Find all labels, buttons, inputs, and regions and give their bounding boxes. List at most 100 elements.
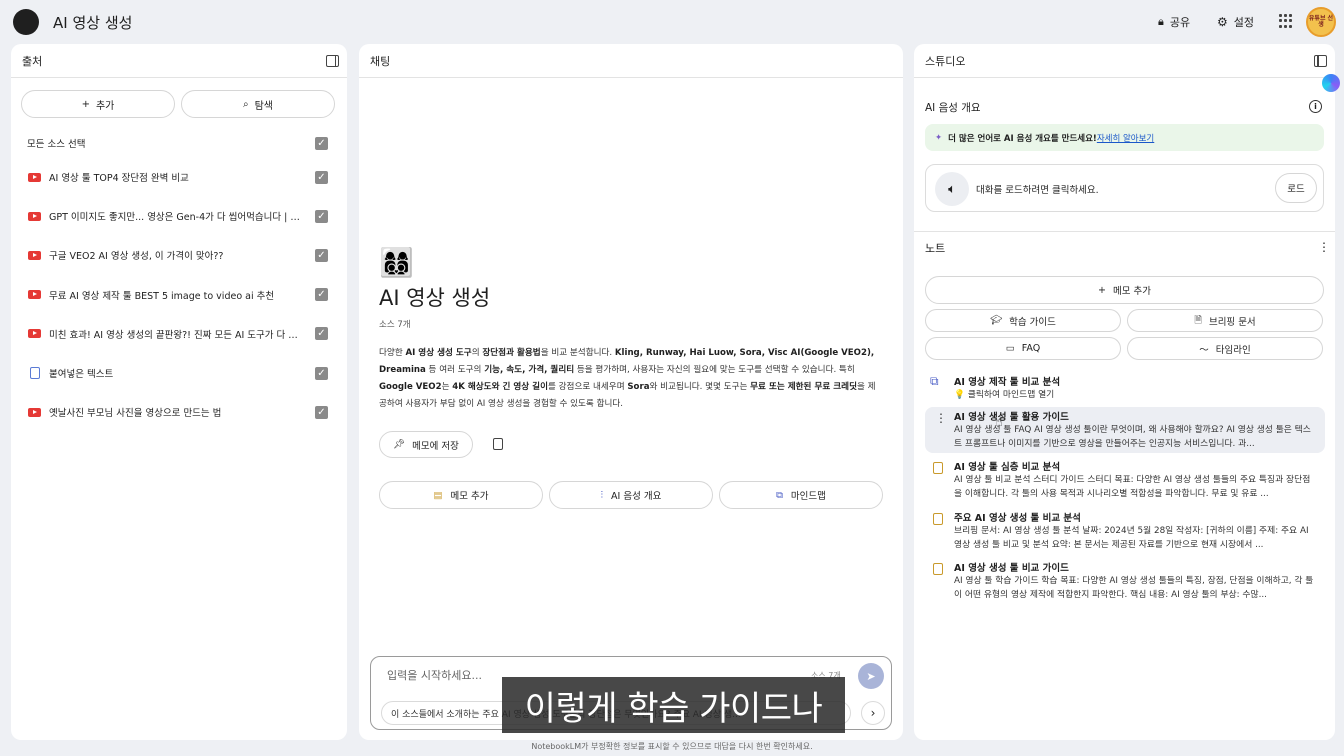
settings-button[interactable]: ⚙ 설정 — [1217, 9, 1254, 35]
text-document-icon — [30, 367, 40, 379]
explore-label: 탐색 — [254, 100, 273, 112]
note-menu-icon[interactable]: ⋮ — [935, 411, 947, 425]
note-doc-icon — [933, 462, 943, 474]
pointer-cursor-icon: ☝ — [995, 415, 1003, 430]
apps-grid-icon[interactable] — [1279, 14, 1293, 28]
source-item[interactable]: 미친 효과! AI 영상 생성의 끝판왕?! 진짜 모든 AI 도구가 다 들.… — [11, 319, 347, 349]
save-to-note-label: 메모에 저장 — [412, 440, 459, 452]
note-preview: AI 영상 툴 비교 분석 스터디 가이드 스터디 목표: 다양한 AI 영상 … — [954, 475, 1311, 499]
collapse-panel-icon[interactable] — [326, 55, 339, 67]
faq-button[interactable]: ▭ FAQ — [925, 337, 1121, 360]
send-arrow-icon: ➤ — [866, 669, 876, 683]
share-button[interactable]: 🔒︎ 공유 — [1158, 9, 1190, 35]
plus-icon: + — [1098, 284, 1106, 296]
audio-overview-title: AI 음성 개요 — [925, 102, 981, 114]
source-checkbox[interactable]: ✓ — [315, 170, 328, 184]
note-title: AI 영상 생성 툴 활용 가이드 — [954, 412, 1069, 423]
load-button[interactable]: 로드 — [1275, 173, 1317, 203]
plus-icon: + — [81, 98, 90, 110]
studio-header: 스튜디오 — [914, 44, 1335, 78]
timeline-icon: 〜 — [1199, 344, 1209, 356]
source-item[interactable]: 붙여넣은 텍스트 ✓ — [11, 358, 347, 388]
faq-label: FAQ — [1021, 343, 1041, 354]
chat-panel: 채팅 👩‍👩‍👦‍👦 AI 영상 생성 소스 7개 다양한 AI 영상 생성 도… — [359, 44, 903, 740]
briefing-doc-icon: 🗎︎ — [1194, 314, 1202, 326]
studio-panel: 스튜디오 AI 음성 개요 i ✦ 더 많은 언어로 AI 음성 개요를 만드세… — [914, 44, 1335, 740]
source-title: AI 영상 툴 TOP4 장단점 완벽 비교 — [49, 173, 189, 184]
more-options-icon[interactable]: ⋮ — [1318, 240, 1330, 254]
source-item[interactable]: 구글 VEO2 AI 영상 생성, 이 가격이 맞아?? ✓ — [11, 240, 347, 270]
note-doc-icon — [933, 563, 943, 575]
note-item[interactable]: 주요 AI 영상 생성 툴 비교 분석 브리핑 문서: AI 영상 생성 툴 분석… — [925, 508, 1325, 554]
chat-title-label: 채팅 — [370, 54, 391, 68]
add-source-label: 추가 — [95, 100, 115, 112]
gemini-sparkle-icon[interactable] — [1322, 74, 1340, 92]
add-note-button[interactable]: ▤ 메모 추가 — [379, 481, 543, 509]
banner-text: 더 많은 언어로 AI 음성 개요를 만드세요! — [948, 133, 1097, 144]
note-item[interactable]: AI 영상 생성 툴 비교 가이드 AI 영상 툴 학습 가이드 학습 목표: 다… — [925, 558, 1325, 604]
pin-icon: 📌︎ — [393, 439, 406, 450]
source-checkbox[interactable]: ✓ — [315, 327, 328, 341]
add-note-label: 메모 추가 — [450, 491, 489, 502]
video-subtitle: 이렇게 학습 가이드나 — [502, 677, 845, 733]
notebook-heading: AI 영상 생성 — [379, 286, 491, 310]
send-button[interactable]: ➤ — [858, 663, 884, 689]
youtube-icon — [28, 290, 41, 300]
note-doc-icon — [933, 513, 943, 525]
sparkle-icon: ✦ — [935, 132, 943, 143]
audio-overview-label: AI 음성 개요 — [611, 491, 662, 502]
source-checkbox[interactable]: ✓ — [315, 209, 328, 223]
notebook-summary: 다양한 AI 영상 생성 도구의 장단점과 활용법을 비교 분석합니다. Kli… — [379, 348, 876, 409]
note-title: 주요 AI 영상 생성 툴 비교 분석 — [954, 513, 1081, 524]
study-guide-button[interactable]: 🎓︎ 학습 가이드 — [925, 309, 1121, 332]
timeline-label: 타임라인 — [1215, 344, 1251, 356]
mindmap-button[interactable]: ⧉ 마인드맵 — [719, 481, 883, 509]
top-bar: AI 영상 생성 🔒︎ 공유 ⚙ 설정 유튜브 선생 — [0, 0, 1344, 44]
source-checkbox[interactable]: ✓ — [315, 288, 328, 302]
add-source-button[interactable]: + 추가 — [21, 90, 175, 118]
source-title: 옛날사진 부모님 사진을 영상으로 만드는 법 — [49, 408, 222, 420]
source-title: 미친 효과! AI 영상 생성의 끝판왕?! 진짜 모든 AI 도구가 다 들.… — [49, 329, 304, 341]
note-preview: AI 영상 생성 툴 FAQ AI 영상 생성 툴이란 무엇이며, 왜 사용해야… — [954, 425, 1311, 449]
search-sparkle-icon: ⌕ — [242, 98, 249, 110]
note-item[interactable]: ⋮ AI 영상 생성 툴 활용 가이드 AI 영상 생성 툴 FAQ AI 영상 생… — [925, 407, 1325, 453]
source-checkbox[interactable]: ✓ — [315, 366, 328, 380]
youtube-icon — [28, 407, 41, 417]
source-item[interactable]: AI 영상 툴 TOP4 장단점 완벽 비교 ✓ — [11, 162, 347, 192]
audio-overview-button[interactable]: ⫶ AI 음성 개요 — [549, 481, 713, 509]
language-banner: ✦ 더 많은 언어로 AI 음성 개요를 만드세요!자세히 알아보기 — [925, 124, 1324, 151]
select-all-row[interactable]: 모든 소스 선택 ✓ — [11, 128, 347, 158]
timeline-button[interactable]: 〜 타임라인 — [1127, 337, 1323, 360]
info-icon[interactable]: i — [1309, 100, 1322, 113]
source-checkbox[interactable]: ✓ — [315, 248, 328, 262]
note-doc-icon: ▤ — [433, 489, 443, 501]
mindmap-label: 마인드맵 — [790, 491, 826, 502]
source-item[interactable]: 무료 AI 영상 제작 툴 BEST 5 image to video ai 추… — [11, 280, 347, 310]
add-memo-button[interactable]: + 메모 추가 — [925, 276, 1324, 304]
youtube-icon — [28, 172, 41, 182]
notebooklm-logo-icon[interactable] — [13, 9, 39, 35]
save-to-note-button[interactable]: 📌︎ 메모에 저장 — [379, 431, 473, 458]
avatar[interactable]: 유튜브 선생 — [1306, 7, 1336, 37]
source-count: 소스 7개 — [379, 320, 411, 330]
source-checkbox[interactable]: ✓ — [315, 405, 328, 419]
source-title: 구글 VEO2 AI 영상 생성, 이 가격이 맞아?? — [49, 251, 224, 263]
faq-chat-icon: ▭ — [1005, 343, 1015, 354]
explore-button[interactable]: ⌕ 탐색 — [181, 90, 335, 118]
learn-more-link[interactable]: 자세히 알아보기 — [1097, 134, 1154, 144]
note-title: AI 영상 제작 툴 비교 분석 — [954, 377, 1061, 388]
note-item[interactable]: AI 영상 툴 심층 비교 분석 AI 영상 툴 비교 분석 스터디 가이드 스터… — [925, 457, 1325, 503]
load-prompt: 대화를 로드하려면 클릭하세요. — [976, 185, 1099, 196]
youtube-icon — [28, 329, 41, 339]
select-all-checkbox[interactable]: ✓ — [315, 136, 328, 150]
disclaimer-footer: NotebookLM가 부정확한 정보를 표시할 수 있으므로 대답을 다시 한… — [531, 742, 813, 751]
source-item[interactable]: 옛날사진 부모님 사진을 영상으로 만드는 법 ✓ — [11, 397, 347, 427]
briefing-doc-button[interactable]: 🗎︎ 브리핑 문서 — [1127, 309, 1323, 332]
source-item[interactable]: GPT 이미지도 좋지만... 영상은 Gen-4가 다 씹어먹습니다 | R.… — [11, 201, 347, 231]
copy-icon[interactable] — [493, 438, 503, 450]
chat-input[interactable]: 입력을 시작하세요... — [387, 667, 482, 683]
notebook-title[interactable]: AI 영상 생성 — [53, 12, 132, 33]
audio-load-card[interactable]: 🔈︎ 대화를 로드하려면 클릭하세요. 로드 — [925, 164, 1324, 212]
next-suggestion-button[interactable]: › — [861, 701, 885, 725]
collapse-panel-icon[interactable] — [1314, 55, 1327, 67]
